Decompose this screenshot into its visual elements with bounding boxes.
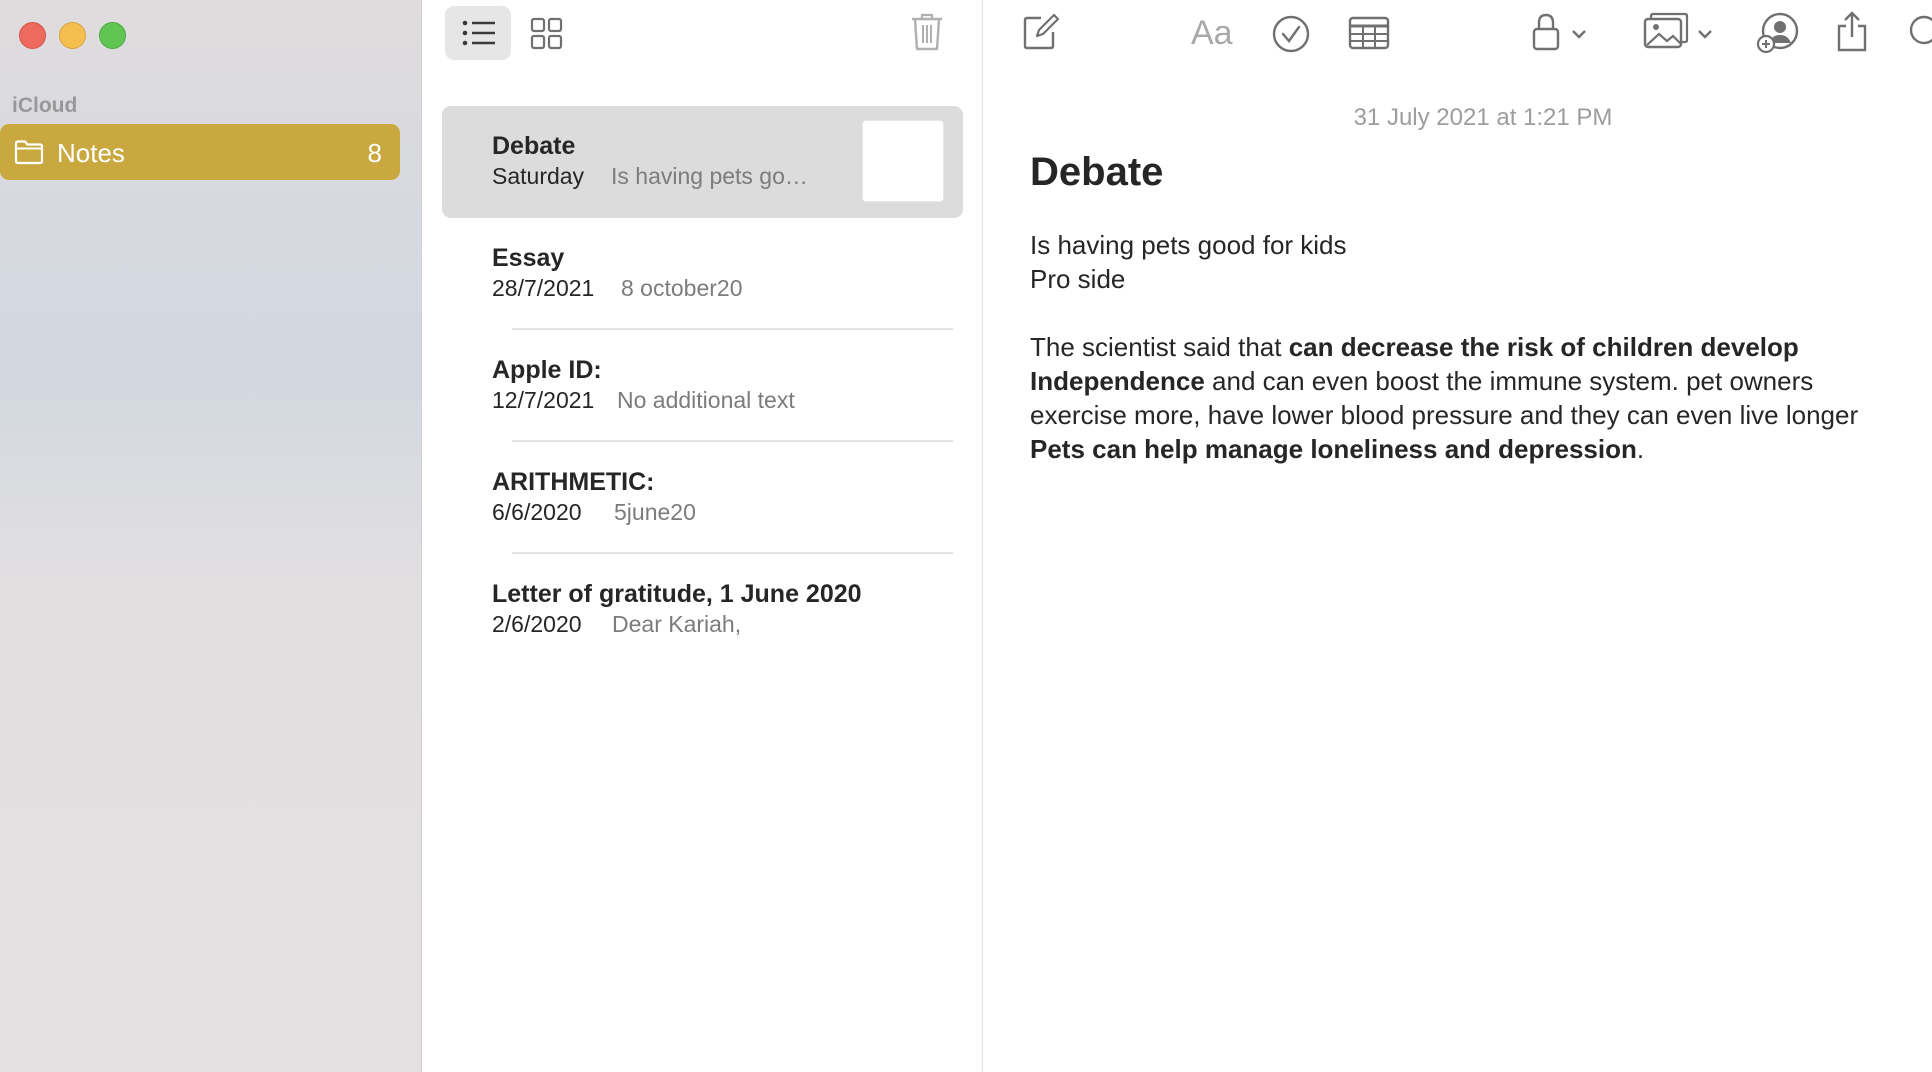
sidebar-item-label: Notes	[57, 138, 125, 168]
search-icon	[1909, 15, 1932, 45]
note-body[interactable]: Is having pets good for kids Pro side Th…	[1030, 228, 1910, 466]
compose-icon	[1023, 13, 1060, 50]
note-date: 2/6/2020	[492, 611, 582, 637]
gallery-view-button[interactable]	[514, 6, 580, 60]
note-date: 6/6/2020	[492, 499, 582, 525]
list-view-button[interactable]	[445, 6, 511, 60]
checklist-button[interactable]	[1271, 14, 1311, 64]
note-row-letter[interactable]: Letter of gratitude, 1 June 2020 2/6/202…	[442, 554, 963, 666]
maximize-window-button[interactable]	[99, 22, 126, 49]
note-row-debate[interactable]: Debate Saturday Is having pets go…	[442, 106, 963, 218]
media-button[interactable]	[1643, 12, 1719, 62]
paragraph-text: .	[1636, 434, 1645, 464]
note-row-arithmetic[interactable]: ARITHMETIC: 6/6/2020 5june20	[442, 442, 963, 554]
sidebar: iCloud Notes 8	[0, 0, 422, 1072]
checklist-icon	[1272, 15, 1310, 53]
note-title: ARITHMETIC:	[492, 468, 655, 496]
note-line: Pro side	[1030, 264, 1126, 294]
lock-icon	[1532, 13, 1586, 51]
note-date: 28/7/2021	[492, 275, 595, 301]
note-title: Essay	[492, 244, 565, 272]
note-title: Apple ID:	[492, 356, 602, 384]
minimize-window-button[interactable]	[59, 22, 86, 49]
note-line: Is having pets good for kids	[1030, 230, 1347, 260]
note-title: Letter of gratitude, 1 June 2020	[492, 580, 862, 608]
table-icon	[1348, 16, 1390, 50]
sidebar-item-notes[interactable]: Notes 8	[0, 124, 400, 180]
note-title: Debate	[492, 132, 576, 160]
trash-icon	[912, 13, 942, 51]
search-button[interactable]	[1908, 14, 1932, 64]
note-date: 12/7/2021	[492, 387, 595, 413]
share-button[interactable]	[1834, 10, 1870, 60]
sidebar-section-icloud: iCloud	[12, 94, 78, 117]
note-preview: 5june20	[614, 499, 696, 525]
compose-button[interactable]	[1021, 8, 1061, 58]
format-button[interactable]: Aa	[1191, 14, 1233, 53]
note-thumbnail	[862, 120, 944, 202]
list-icon	[462, 20, 495, 46]
close-window-button[interactable]	[19, 22, 46, 49]
add-people-icon	[1756, 12, 1799, 54]
note-preview: 8 october20	[621, 275, 743, 301]
paragraph-text: The scientist said that	[1030, 332, 1289, 362]
collaborate-button[interactable]	[1756, 12, 1800, 62]
folder-icon	[14, 139, 44, 165]
note-date: Saturday	[492, 163, 585, 189]
note-row-apple-id[interactable]: Apple ID: 12/7/2021 No additional text	[442, 330, 963, 442]
bold-text: Pets can help manage loneliness and depr…	[1030, 434, 1637, 464]
photo-icon	[1643, 12, 1712, 49]
delete-note-button[interactable]	[902, 8, 952, 58]
note-paragraph: The scientist said that can decrease the…	[1030, 330, 1910, 466]
note-preview: No additional text	[617, 387, 795, 413]
grid-icon	[530, 17, 563, 50]
note-editor: Aa 31 July 2021 at 1:21 PM Debate Is hav…	[983, 0, 1932, 1072]
sidebar-item-count: 8	[367, 138, 382, 168]
table-button[interactable]	[1348, 16, 1390, 66]
note-row-essay[interactable]: Essay 28/7/2021 8 october20	[442, 218, 963, 330]
note-timestamp: 31 July 2021 at 1:21 PM	[1353, 104, 1613, 131]
share-icon	[1837, 11, 1867, 52]
note-preview: Dear Kariah,	[612, 611, 742, 637]
lock-button[interactable]	[1531, 12, 1595, 62]
note-heading[interactable]: Debate	[1030, 150, 1163, 195]
note-preview: Is having pets go…	[611, 163, 808, 189]
notes-list-pane: Debate Saturday Is having pets go… Essay…	[422, 0, 983, 1072]
